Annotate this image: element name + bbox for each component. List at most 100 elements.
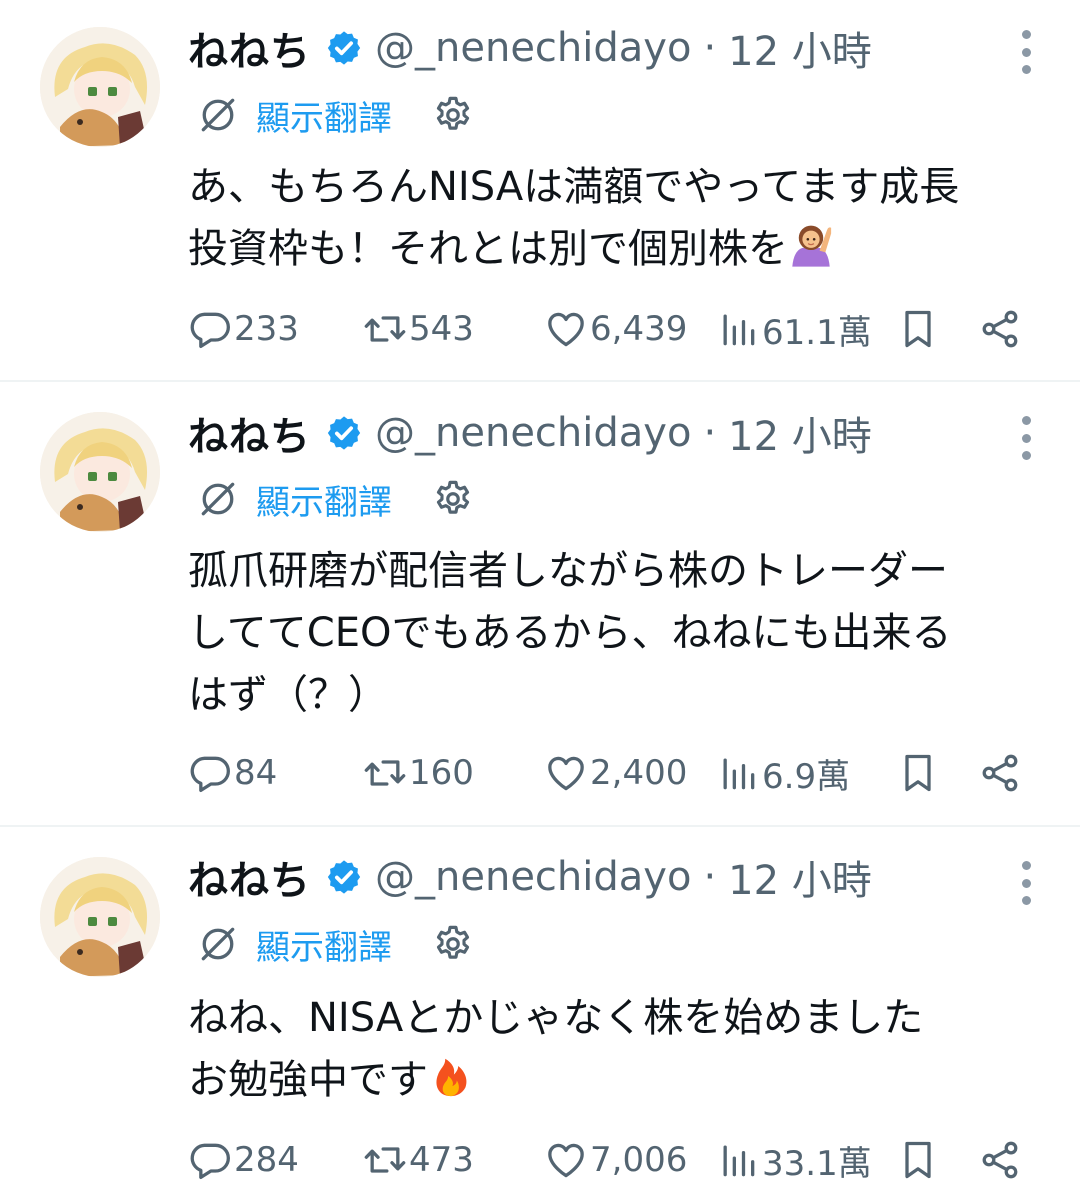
tweet-text: ねね、NISAとかじゃなく株を始めました お勉強中です <box>188 987 1028 1111</box>
retweet-button[interactable]: 160 <box>363 748 474 798</box>
tweet[interactable]: ねねち @_nenechidayo · 12 小時 顯示翻譯 あ、もちろんNIS… <box>0 0 1080 382</box>
tweet-text-content: ねね、NISAとかじゃなく株を始めました お勉強中です <box>188 995 924 1103</box>
tweet-text: 孤爪研磨が配信者しながら株のトレーダー しててCEOでもあるから、ねねにも出来る… <box>188 540 1028 726</box>
bookmark-button[interactable] <box>896 748 940 798</box>
verified-badge-icon <box>327 31 361 65</box>
heart-icon <box>548 756 584 791</box>
tweet[interactable]: ねねち @_nenechidayo · 12 小時 顯示翻譯 ねね、NISAとか… <box>0 827 1080 1188</box>
separator-dot: · <box>703 25 717 71</box>
reply-button[interactable]: 233 <box>188 304 299 354</box>
tweet-header: ねねち @_nenechidayo · 12 小時 <box>188 405 872 461</box>
more-options-icon[interactable] <box>1018 30 1034 74</box>
reply-count: 84 <box>234 753 278 793</box>
author-handle[interactable]: @_nenechidayo <box>375 854 691 900</box>
author-name[interactable]: ねねち <box>188 19 311 77</box>
tweet-text: あ、もちろんNISAは満額でやってます成長 投資枠も！それとは別で個別株を <box>188 156 1028 280</box>
timestamp[interactable]: 12 小時 <box>728 404 872 462</box>
tweet-actions: 284 473 7,006 33.1萬 <box>188 1135 1038 1185</box>
avatar[interactable] <box>40 412 160 532</box>
like-count: 6,439 <box>590 309 688 349</box>
avatar[interactable] <box>40 27 160 147</box>
tweet-actions: 84 160 2,400 6.9萬 <box>188 748 1038 798</box>
verified-badge-icon <box>327 416 361 450</box>
bookmark-icon <box>905 754 931 792</box>
retweet-count: 473 <box>409 1140 474 1180</box>
heart-icon <box>548 312 584 347</box>
person-raising-hand-emoji <box>792 225 832 267</box>
retweet-icon <box>364 1147 406 1173</box>
avatar[interactable] <box>40 857 160 977</box>
timestamp[interactable]: 12 小時 <box>728 848 872 906</box>
reply-count: 233 <box>234 309 299 349</box>
translate-icon <box>201 482 235 516</box>
more-options-icon[interactable] <box>1018 861 1034 905</box>
retweet-icon <box>364 316 406 342</box>
retweet-count: 543 <box>409 309 474 349</box>
bookmark-icon <box>905 310 931 348</box>
views-chart-icon <box>723 314 755 346</box>
retweet-button[interactable]: 473 <box>363 1135 474 1185</box>
views-button[interactable]: 6.9萬 <box>716 748 850 798</box>
like-count: 7,006 <box>590 1140 688 1180</box>
translate-icon <box>201 98 235 132</box>
show-translation-link[interactable]: 顯示翻譯 <box>256 475 392 524</box>
tweet-actions: 233 543 6,439 61.1萬 <box>188 304 1038 354</box>
retweet-icon <box>364 760 406 786</box>
timestamp[interactable]: 12 小時 <box>728 19 872 77</box>
author-handle[interactable]: @_nenechidayo <box>375 410 691 456</box>
author-handle[interactable]: @_nenechidayo <box>375 25 691 71</box>
gear-icon[interactable] <box>432 478 474 520</box>
views-chart-icon <box>723 758 755 790</box>
more-options-icon[interactable] <box>1018 416 1034 460</box>
bookmark-button[interactable] <box>896 1135 940 1185</box>
avatar-image <box>40 412 160 532</box>
gear-icon[interactable] <box>432 923 474 965</box>
like-button[interactable]: 6,439 <box>544 304 687 354</box>
heart-icon <box>548 1143 584 1178</box>
author-name[interactable]: ねねち <box>188 848 311 906</box>
tweet-header: ねねち @_nenechidayo · 12 小時 <box>188 20 872 76</box>
share-button[interactable] <box>978 304 1022 354</box>
bookmark-button[interactable] <box>896 304 940 354</box>
share-button[interactable] <box>978 1135 1022 1185</box>
translate-row: 顯示翻譯 <box>196 475 474 524</box>
like-button[interactable]: 7,006 <box>544 1135 687 1185</box>
share-icon <box>982 754 1018 792</box>
reply-icon <box>190 1143 230 1180</box>
share-button[interactable] <box>978 748 1022 798</box>
views-button[interactable]: 61.1萬 <box>716 304 872 354</box>
separator-dot: · <box>703 854 717 900</box>
translate-row: 顯示翻譯 <box>196 920 474 969</box>
avatar-image <box>40 27 160 147</box>
show-translation-link[interactable]: 顯示翻譯 <box>256 920 392 969</box>
views-count: 33.1萬 <box>762 1143 872 1184</box>
translate-row: 顯示翻譯 <box>196 91 474 140</box>
tweet[interactable]: ねねち @_nenechidayo · 12 小時 顯示翻譯 孤爪研磨が配信者し… <box>0 382 1080 827</box>
show-translation-link[interactable]: 顯示翻譯 <box>256 91 392 140</box>
views-count: 6.9萬 <box>762 756 851 797</box>
like-button[interactable]: 2,400 <box>544 748 687 798</box>
translate-icon <box>201 927 235 961</box>
reply-icon <box>190 756 230 793</box>
author-name[interactable]: ねねち <box>188 404 311 462</box>
retweet-count: 160 <box>409 753 474 793</box>
reply-button[interactable]: 84 <box>188 748 277 798</box>
reply-button[interactable]: 284 <box>188 1135 299 1185</box>
views-count: 61.1萬 <box>762 312 872 353</box>
tweet-text-content: あ、もちろんNISAは満額でやってます成長 投資枠も！それとは別で個別株を <box>188 164 960 272</box>
tweet-header: ねねち @_nenechidayo · 12 小時 <box>188 849 872 905</box>
retweet-button[interactable]: 543 <box>363 304 474 354</box>
views-chart-icon <box>723 1145 755 1177</box>
avatar-image <box>40 857 160 977</box>
verified-badge-icon <box>327 860 361 894</box>
bookmark-icon <box>905 1141 931 1179</box>
gear-icon[interactable] <box>432 94 474 136</box>
separator-dot: · <box>703 410 717 456</box>
tweet-text-content: 孤爪研磨が配信者しながら株のトレーダー しててCEOでもあるから、ねねにも出来る… <box>188 548 952 718</box>
fire-emoji <box>436 1058 467 1097</box>
share-icon <box>982 310 1018 348</box>
like-count: 2,400 <box>590 753 688 793</box>
reply-icon <box>190 312 230 349</box>
share-icon <box>982 1141 1018 1179</box>
views-button[interactable]: 33.1萬 <box>716 1135 872 1185</box>
